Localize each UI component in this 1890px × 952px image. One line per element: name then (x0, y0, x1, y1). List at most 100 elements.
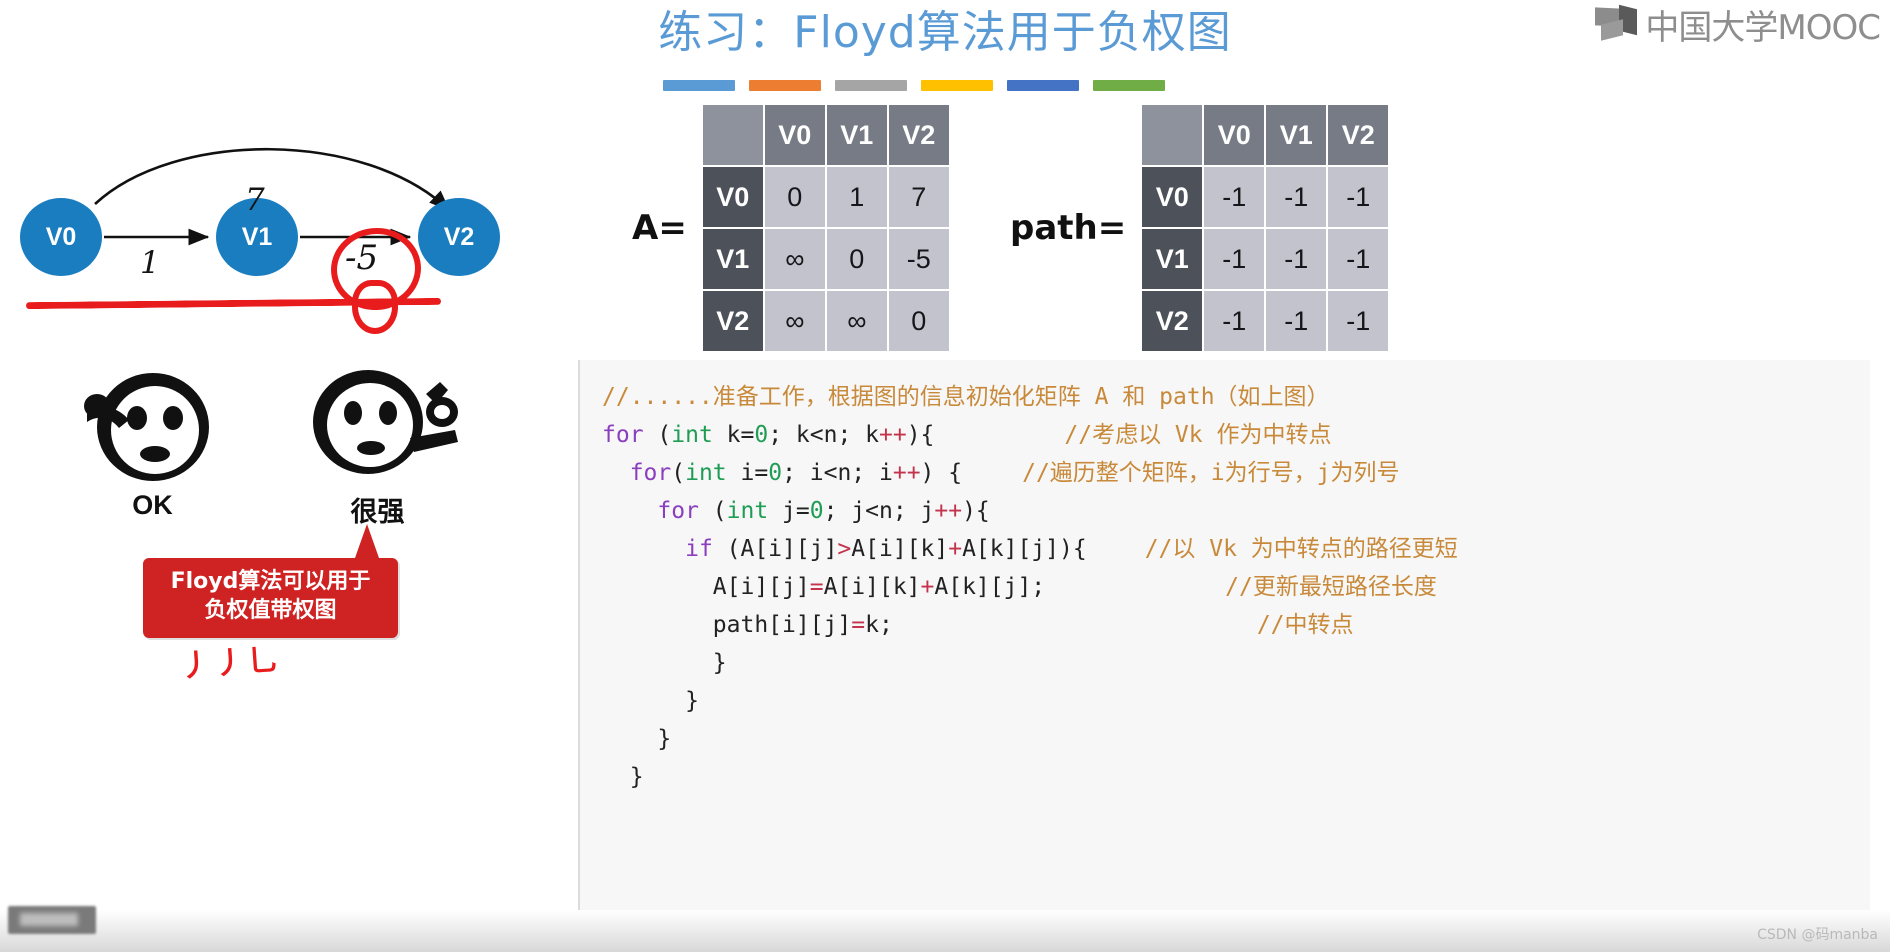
code-line: //......准备工作，根据图的信息初始化矩阵 A 和 path（如上图） (602, 378, 1870, 416)
code-line: for (int j=0; j<n; j++){ (602, 492, 1870, 530)
code-line: if (A[i][j]>A[i][k]+A[k][j]){//以 Vk 为中转点… (602, 530, 1870, 568)
code-token-type: int (726, 498, 769, 524)
code-comment: //中转点 (1256, 612, 1354, 638)
code-token-keyword: for (629, 460, 672, 486)
table-row: V2 ∞ ∞ 0 (702, 291, 949, 351)
matrix-cell: -1 (1266, 167, 1327, 227)
table-row: V0 V1 V2 (1142, 105, 1389, 165)
matrix-col-header: V1 (826, 105, 887, 165)
graph-diagram: V0 V1 V2 7 1 -5 (0, 88, 545, 358)
red-loop-annotation (352, 280, 398, 334)
matrix-col-header: V1 (1266, 105, 1327, 165)
code-line: path[i][j]=k; //中转点 (602, 606, 1870, 644)
matrix-cell: 1 (826, 167, 887, 227)
code-token: j= (768, 498, 810, 524)
redacted-logo-box (8, 906, 96, 934)
code-token: ; k<n; k (768, 422, 879, 448)
matrix-row-header: V0 (702, 167, 763, 227)
code-token-keyword: if (685, 536, 713, 562)
code-lines: //......准备工作，根据图的信息初始化矩阵 A 和 path（如上图） f… (580, 360, 1870, 796)
code-block: 关注公众号 获取后续 更 资料 //......准备工作，根据图的信息初始化矩阵… (578, 360, 1870, 952)
matrix-row-header: V1 (702, 229, 763, 289)
code-token-operator: + (920, 574, 935, 600)
graph-node-v2: V2 (418, 198, 500, 276)
code-line: A[i][j]=A[i][k]+A[k][j]; //更新最短路径长度 (602, 568, 1870, 606)
code-comment: //考虑以 Vk 作为中转点 (1064, 422, 1332, 448)
code-token: } (602, 726, 672, 752)
code-line: for(int i=0; i<n; i++) {//遍历整个矩阵，i为行号，j为… (602, 454, 1870, 492)
meme-image-strong (290, 368, 465, 488)
matrix-col-header: V2 (1328, 105, 1389, 165)
code-token-number: 0 (754, 422, 769, 448)
code-comment: //......准备工作，根据图的信息初始化矩阵 A 和 path（如上图） (602, 384, 1330, 410)
matrix-cell: 0 (888, 291, 949, 351)
table-row: V0 V1 V2 (702, 105, 949, 165)
code-token: A[i][k] (823, 574, 921, 600)
code-token: A[i][j] (602, 574, 810, 600)
code-line: } (602, 644, 1870, 682)
code-token: } (602, 764, 644, 790)
accent-bar-6 (1093, 80, 1165, 91)
table-row: V1 ∞ 0 -5 (702, 229, 949, 289)
matrix-row-header: V1 (1142, 229, 1203, 289)
table-row: V0 -1 -1 -1 (1142, 167, 1389, 227)
table-row: V2 -1 -1 -1 (1142, 291, 1389, 351)
code-token-operator: > (837, 536, 852, 562)
code-line: } (602, 720, 1870, 758)
matrix-cell: ∞ (826, 291, 887, 351)
callout-box: Floyd算法可以用于 负权值带权图 (143, 558, 398, 638)
code-line: for (int k=0; k<n; k++){//考虑以 Vk 作为中转点 (602, 416, 1870, 454)
code-token-operator: + (948, 536, 963, 562)
meme-face-ok-icon (84, 373, 209, 481)
matrix-cell: -1 (1328, 167, 1389, 227)
matrix-row-header: V2 (702, 291, 763, 351)
code-token: } (602, 688, 699, 714)
code-token-operator: ++ (892, 460, 921, 486)
matrix-path-label: path= (1010, 208, 1127, 248)
table-row: V0 0 1 7 (702, 167, 949, 227)
mooc-logo-text: 中国大学MOOC (1645, 8, 1881, 48)
code-line: } (602, 682, 1870, 720)
matrix-cell: -1 (1266, 291, 1327, 351)
code-token: ){ (962, 498, 990, 524)
code-comment: //遍历整个矩阵，i为行号，j为列号 (1022, 460, 1400, 486)
bottom-gradient-bar (0, 910, 1890, 952)
red-scribble-annotation: 丿丿乚 (179, 642, 284, 685)
matrix-row-header: V0 (1142, 167, 1203, 227)
matrix-cell: -1 (1328, 291, 1389, 351)
code-token-type: int (671, 422, 713, 448)
matrix-cell: -1 (1266, 229, 1327, 289)
code-token: k= (712, 422, 755, 448)
matrix-a-label: A= (632, 208, 687, 248)
csdn-watermark: CSDN @码manba (1757, 927, 1878, 943)
code-token-operator: ++ (934, 498, 963, 524)
code-line: } (602, 758, 1870, 796)
graph-node-v0: V0 (20, 198, 102, 276)
callout-arrow-icon (355, 524, 379, 558)
accent-bar-1 (663, 80, 735, 91)
callout-line-2: 负权值带权图 (204, 598, 337, 624)
matrix-corner-cell (1142, 105, 1203, 165)
matrix-row-header: V2 (1142, 291, 1203, 351)
code-token: ; j<n; j (823, 498, 935, 524)
edge-weight-v0-v1: 1 (140, 245, 160, 281)
edge-weight-v0-v2: 7 (245, 182, 265, 218)
code-token: path[i][j] (602, 612, 852, 638)
matrix-cell: 0 (764, 167, 825, 227)
code-token-keyword: for (657, 498, 699, 524)
code-comment: //以 Vk 为中转点的路径更短 (1144, 536, 1458, 562)
mooc-cube-icon (1595, 4, 1639, 42)
code-token: A[k][j]){ (962, 536, 1087, 562)
code-token: A[i][k] (851, 536, 949, 562)
matrix-path-table: V0 V1 V2 V0 -1 -1 -1 V1 -1 -1 -1 V2 -1 -… (1140, 103, 1390, 353)
accent-bar-4 (921, 80, 993, 91)
callout-line-1: Floyd算法可以用于 (170, 569, 371, 594)
matrix-cell: 0 (826, 229, 887, 289)
code-token: ( (643, 422, 672, 448)
meme-image-ok (75, 370, 230, 485)
code-token: } (602, 650, 727, 676)
code-token: ( (698, 498, 727, 524)
